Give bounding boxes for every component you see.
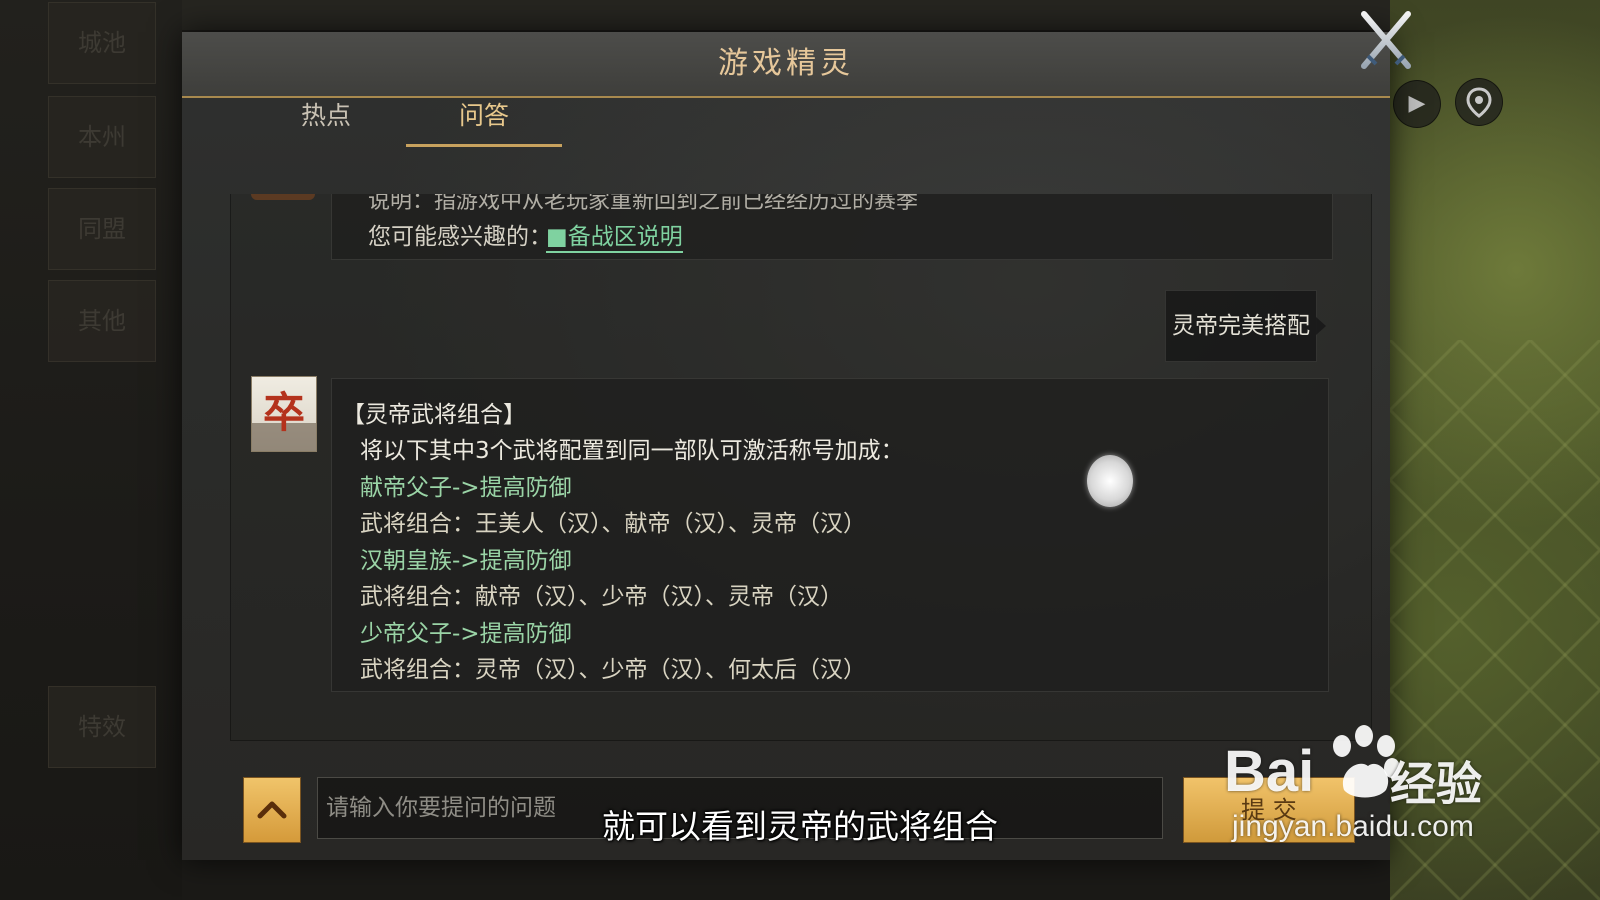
play-arrow-icon[interactable]: ▶ — [1393, 80, 1441, 128]
bg-menu-item: 特效 — [48, 686, 156, 768]
bot-avatar-char: 卒 — [263, 388, 305, 437]
bg-menu-item: 城池 — [48, 2, 156, 84]
bg-menu-item: 同盟 — [48, 188, 156, 270]
dialog-title: 游戏精灵 — [718, 46, 854, 81]
bot-avatar: 卒 — [251, 376, 317, 452]
location-pin-icon[interactable] — [1455, 78, 1503, 126]
user-question-bubble: 灵帝完美搭配 — [1165, 290, 1326, 362]
previous-answer-bubble: 说明：指游戏中从老玩家重新回到之前已经经历过的赛季 您可能感兴趣的： ■备战区说… — [331, 194, 1333, 260]
tab-qa[interactable]: 问答 — [406, 88, 562, 147]
baidu-jingyan-watermark: Bai 经验 jingyan.baidu.com — [1224, 725, 1524, 858]
related-topic-link[interactable]: ■备战区说明 — [546, 217, 683, 253]
bg-menu-item: 其他 — [48, 280, 156, 362]
chat-area[interactable]: 说明：指游戏中从老玩家重新回到之前已经经历过的赛季 您可能感兴趣的： ■备战区说… — [230, 194, 1372, 741]
answer-line: 武将组合：献帝（汉）、少帝（汉）、灵帝（汉） — [360, 584, 843, 610]
answer-line: 武将组合：王美人（汉）、献帝（汉）、灵帝（汉） — [360, 511, 866, 537]
answer-line: 汉朝皇族->提高防御 — [360, 548, 572, 574]
previous-answer-text: 说明：指游戏中从老玩家重新回到之前已经经历过的赛季 — [368, 194, 919, 214]
close-dialog-button[interactable] — [1358, 10, 1414, 72]
answer-line: 武将组合：灵帝（汉）、少帝（汉）、何太后（汉） — [360, 657, 866, 683]
answer-line: 少帝父子->提高防御 — [360, 621, 572, 647]
answer-line: 献帝父子->提高防御 — [360, 475, 572, 501]
interest-label: 您可能感兴趣的： — [368, 224, 552, 250]
bot-avatar-partial — [251, 194, 315, 200]
tab-hot[interactable]: 热点 — [248, 88, 404, 144]
touch-cursor-indicator — [1087, 455, 1133, 507]
answer-heading: 【灵帝武将组合】 — [342, 402, 526, 428]
crossed-swords-icon — [1361, 11, 1411, 69]
answer-bubble: 【灵帝武将组合】 将以下其中3个武将配置到同一部队可激活称号加成： 献帝父子->… — [331, 378, 1329, 692]
answer-line: 将以下其中3个武将配置到同一部队可激活称号加成： — [360, 438, 904, 464]
background-top-strip — [182, 0, 1390, 30]
bg-menu-item: 本州 — [48, 96, 156, 178]
